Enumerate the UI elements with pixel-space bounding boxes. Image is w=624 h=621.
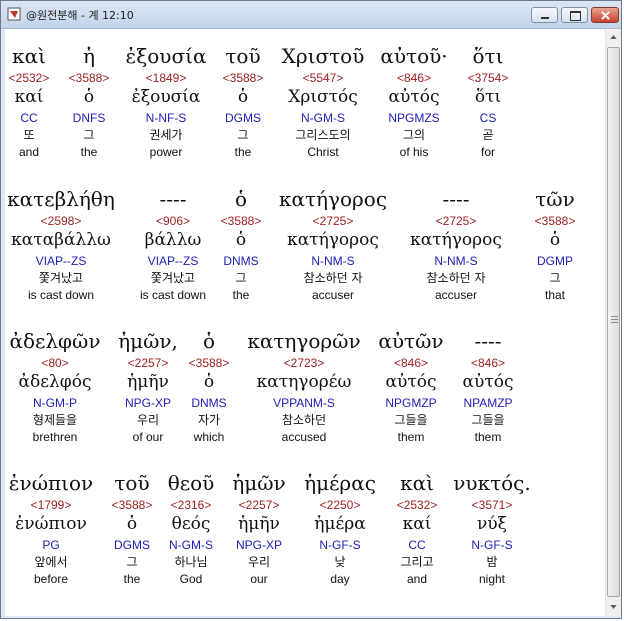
strong-number: <2723> (283, 356, 325, 370)
verse-row: ἐνώπιον <1799> ἐνώπιον PG 앞에서 before τοῦ <3588>… (5, 471, 605, 591)
arrow-down-icon (610, 605, 617, 609)
verse-row: κατεβλήθη <2598> καταβάλλω VIAP--ZS 쫓겨났고 is c… (5, 187, 605, 307)
title-bar[interactable]: @원전분해 - 계 12:10 (1, 1, 621, 29)
strong-number: <846> (470, 356, 506, 370)
greek-word: κατηγορῶν (247, 329, 361, 353)
lemma: κατήγορος (287, 230, 379, 250)
greek-word: κατήγορος (278, 187, 388, 211)
scroll-down-button[interactable] (606, 599, 621, 616)
arrow-up-icon (610, 35, 617, 39)
english-gloss: them (474, 430, 502, 444)
greek-word: ---- (474, 329, 502, 353)
lemma: κατηγορέω (256, 372, 352, 392)
close-button[interactable] (591, 7, 619, 23)
lemma: αὐτός (462, 372, 514, 392)
greek-word: ὅτι (472, 44, 504, 68)
lemma: νύξ (476, 514, 508, 534)
strong-number: <2725> (312, 214, 354, 228)
verse-row: ἀδελφῶν <80> ἀδελφός N-GM-P 형제들을 brethren ἡμῶν… (5, 329, 605, 449)
strong-number: <3571> (471, 498, 513, 512)
english-gloss: is cast down (27, 288, 95, 302)
maximize-icon (570, 11, 581, 21)
parse-code: VPPANM-S (273, 396, 335, 410)
verse-row: καὶ <2532> καί CC 또 and ἡ <3588> ὁ DNFS 그 the ἐξουσί… (5, 44, 605, 164)
minimize-icon (541, 17, 549, 19)
app-window: @원전분해 - 계 12:10 καὶ <2532> καί CC 또 and ἡ <3588… (0, 0, 622, 619)
korean-gloss: 곧 (482, 128, 494, 142)
app-icon (7, 7, 21, 21)
korean-gloss: 밤 (486, 555, 498, 569)
parse-code: CS (479, 111, 497, 125)
greek-word: νυκτός. (453, 471, 531, 495)
window-title: @원전분해 - 계 12:10 (26, 9, 134, 22)
parse-code: N-GF-S (471, 538, 513, 552)
korean-gloss: 쫓겨났고 (38, 271, 84, 285)
interlinear-view: καὶ <2532> καί CC 또 and ἡ <3588> ὁ DNFS 그 the ἐξουσί… (5, 29, 605, 616)
korean-gloss: 참소하던 자 (303, 271, 363, 285)
grip-line (611, 322, 618, 323)
vertical-scrollbar[interactable] (605, 29, 621, 616)
lemma: ὁ (549, 230, 561, 250)
greek-word: κατεβλήθη (7, 187, 115, 211)
scroll-thumb[interactable] (607, 47, 620, 597)
korean-gloss: 그 (549, 271, 561, 285)
english-gloss: accused (281, 430, 327, 444)
maximize-button[interactable] (561, 7, 588, 23)
grip-line (611, 319, 618, 320)
parse-code: DGMP (537, 254, 573, 268)
parse-code: VIAP--ZS (35, 254, 87, 268)
minimize-button[interactable] (531, 7, 558, 23)
strong-number: <3588> (534, 214, 576, 228)
english-gloss: accuser (311, 288, 355, 302)
korean-gloss: 그들을 (471, 413, 505, 427)
close-icon (601, 11, 610, 20)
parse-code: NPAMZP (463, 396, 513, 410)
english-gloss: for (480, 145, 495, 159)
strong-number: <2598> (40, 214, 82, 228)
english-gloss: that (544, 288, 565, 302)
korean-gloss: 참소하던 (281, 413, 327, 427)
strong-number: <3754> (467, 71, 509, 85)
grip-line (611, 316, 618, 317)
scroll-up-button[interactable] (606, 29, 621, 46)
english-gloss: night (478, 572, 506, 586)
parse-code: N-NM-S (311, 254, 355, 268)
greek-word: τῶν (535, 187, 575, 211)
lemma: ὅτι (474, 87, 502, 107)
lemma: καταβάλλω (11, 230, 111, 250)
